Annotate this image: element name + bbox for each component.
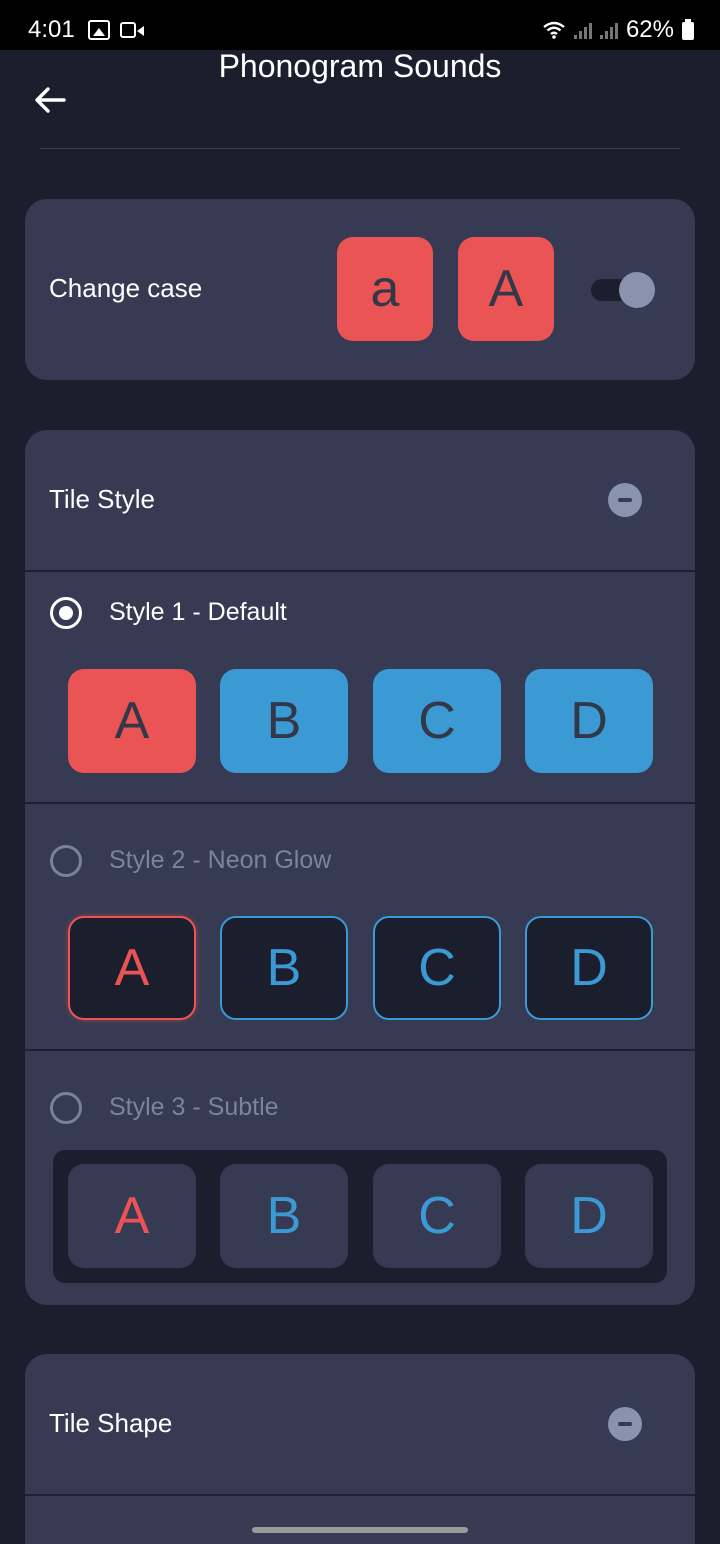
tile-a: A — [68, 916, 196, 1020]
tile-b: B — [220, 1164, 348, 1268]
status-time: 4:01 — [28, 16, 75, 43]
change-case-card: Change case a A — [25, 199, 695, 380]
tile-style-header[interactable]: Tile Style — [25, 430, 695, 570]
change-case-toggle[interactable] — [591, 272, 655, 308]
toggle-knob — [619, 272, 655, 308]
battery-percent: 62% — [625, 16, 674, 43]
tile-style-title: Tile Style — [49, 484, 155, 514]
tile-c: C — [373, 669, 501, 773]
tile-d: D — [525, 916, 653, 1020]
tile-shape-card: Tile Shape — [25, 1354, 695, 1544]
lowercase-tile: a — [337, 237, 433, 341]
radio-unselected-icon[interactable] — [50, 1092, 82, 1124]
signal-icon — [599, 21, 618, 39]
collapse-minus-icon[interactable] — [608, 483, 642, 517]
style-3-label: Style 3 - Subtle — [109, 1093, 279, 1121]
radio-selected-icon[interactable] — [50, 597, 82, 629]
tile-shape-title: Tile Shape — [49, 1408, 173, 1438]
back-arrow-icon[interactable] — [30, 80, 70, 120]
style-3-preview-panel: A B C D — [53, 1150, 667, 1283]
divider — [25, 1494, 695, 1496]
change-case-label: Change case — [49, 273, 203, 303]
tile-d: D — [525, 669, 653, 773]
wifi-icon — [543, 21, 565, 39]
radio-unselected-icon[interactable] — [50, 845, 82, 877]
style-1-option[interactable]: Style 1 - Default A B C D — [25, 572, 695, 802]
tile-style-card: Tile Style Style 1 - Default A B C D Sty… — [25, 430, 695, 1305]
style-2-option[interactable]: Style 2 - Neon Glow A B C D — [25, 804, 695, 1049]
tile-d: D — [525, 1164, 653, 1268]
style-1-label: Style 1 - Default — [109, 598, 287, 626]
tile-c: C — [373, 916, 501, 1020]
header-divider — [40, 148, 680, 149]
collapse-minus-icon[interactable] — [608, 1407, 642, 1441]
signal-icon — [573, 21, 592, 39]
tile-shape-header[interactable]: Tile Shape — [25, 1354, 695, 1494]
video-icon — [120, 22, 144, 38]
page-title: Phonogram Sounds — [218, 48, 502, 84]
tile-c: C — [373, 1164, 501, 1268]
uppercase-tile: A — [458, 237, 554, 341]
home-indicator[interactable] — [252, 1527, 468, 1533]
style-2-label: Style 2 - Neon Glow — [109, 846, 332, 874]
battery-icon — [682, 19, 694, 40]
tile-a: A — [68, 1164, 196, 1268]
status-bar: 4:01 62% — [0, 0, 720, 50]
tile-b: B — [220, 916, 348, 1020]
tile-b: B — [220, 669, 348, 773]
tile-a: A — [68, 669, 196, 773]
gallery-icon — [88, 20, 110, 40]
